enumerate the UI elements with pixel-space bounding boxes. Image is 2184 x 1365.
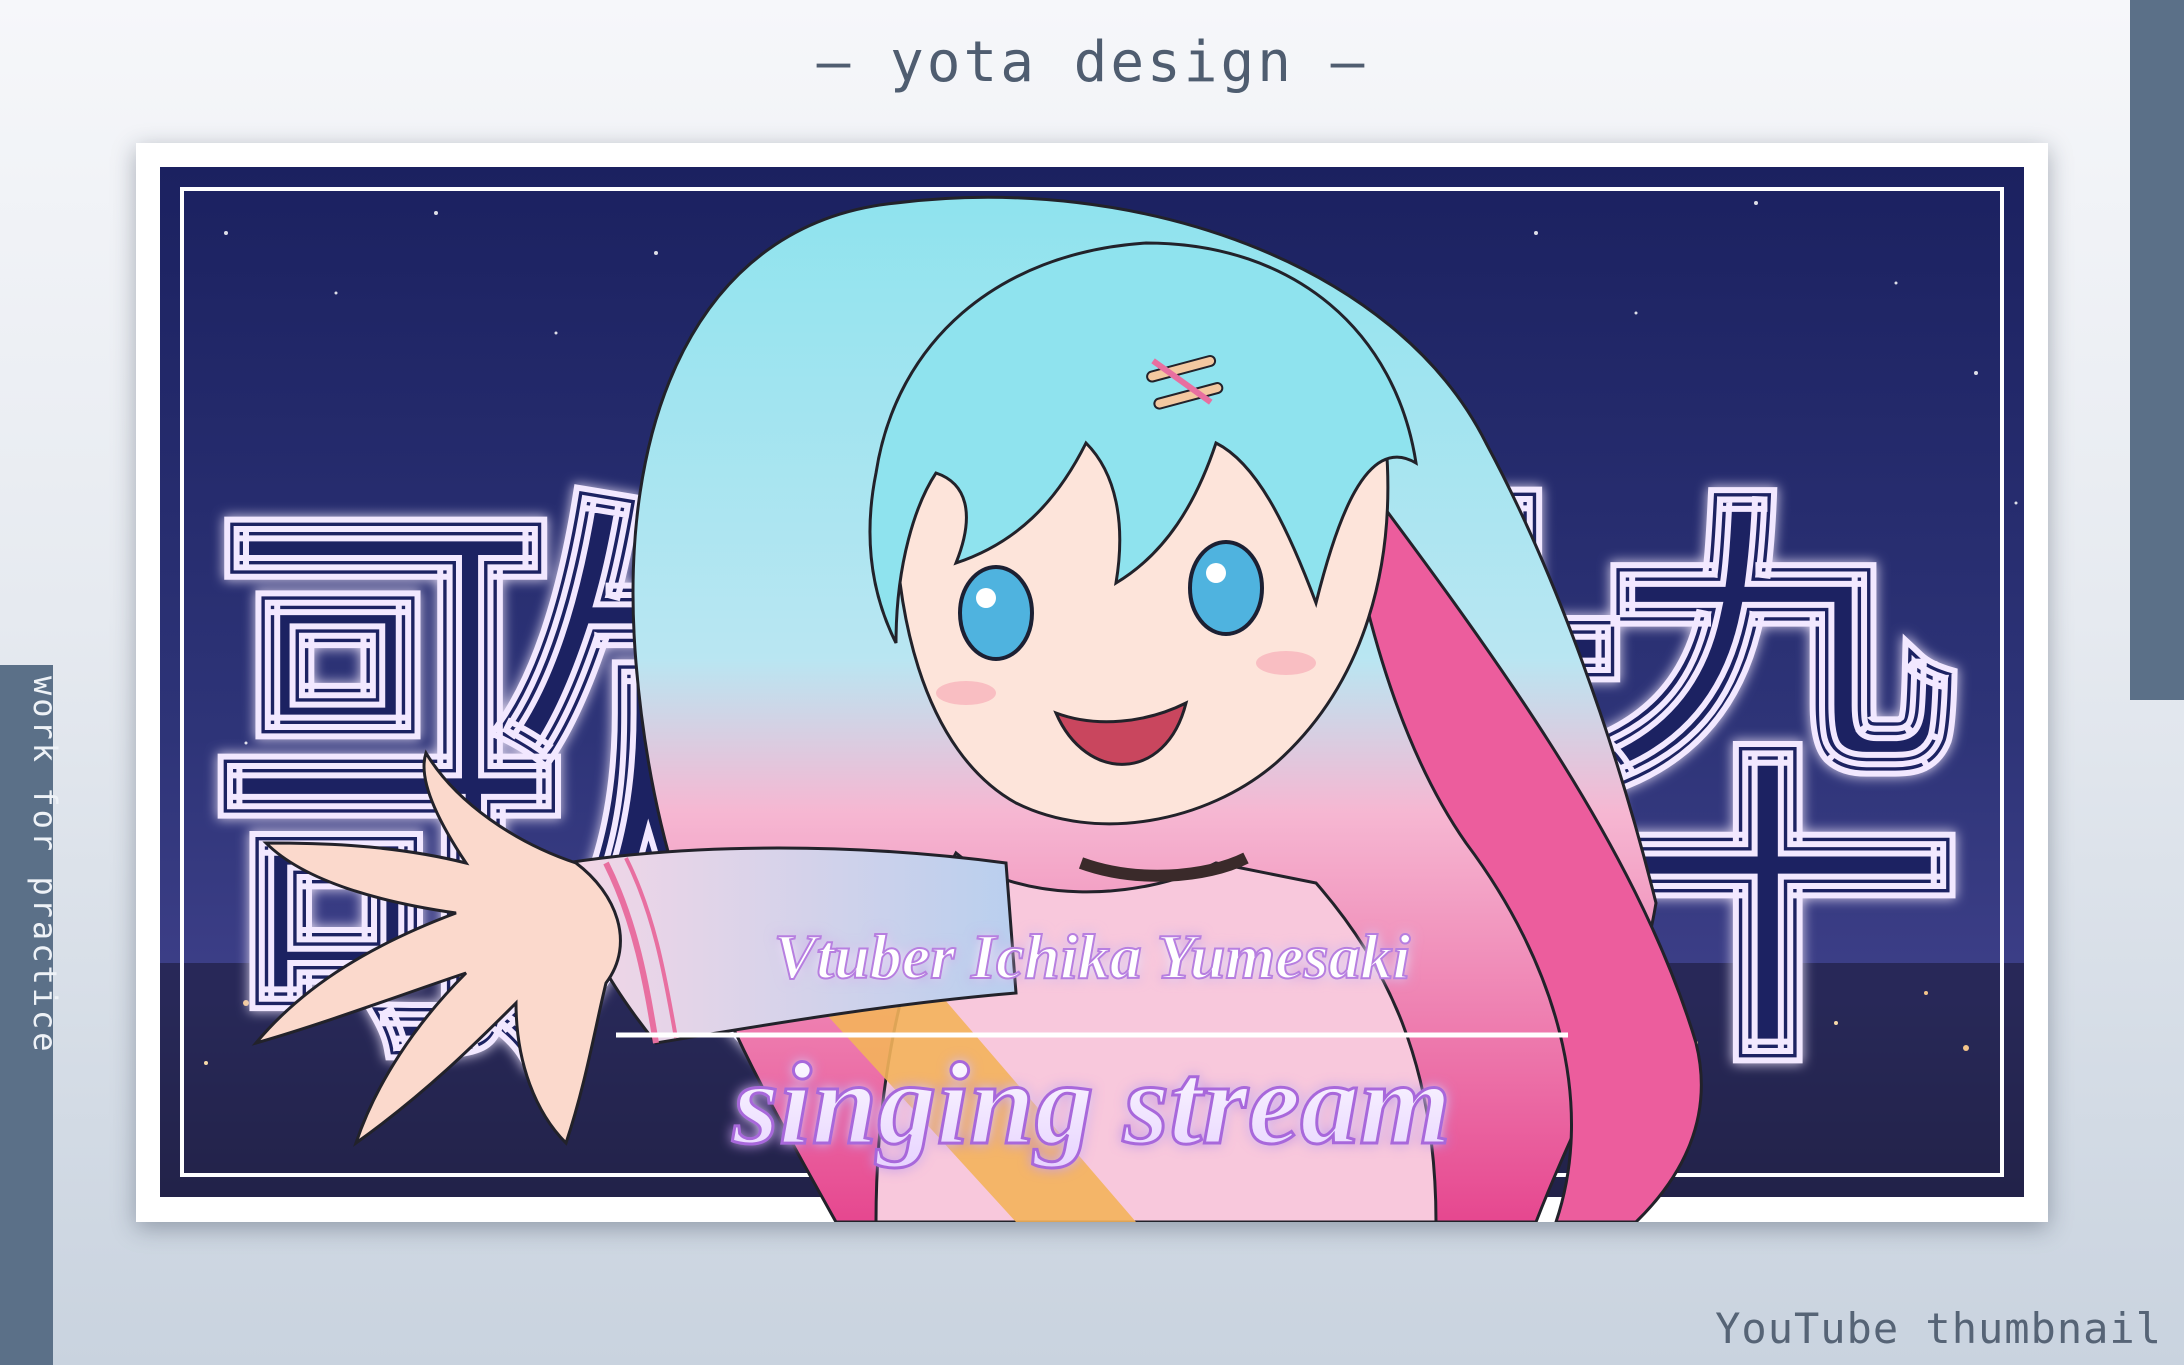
side-label: work for practice	[26, 676, 64, 1055]
header-title: – yota design –	[816, 30, 1368, 95]
thumbnail-card: 歌 枠 Vtuber Ichika Yumesaki singing strea…	[136, 143, 2048, 1222]
footer-label: YouTube thumbnail	[1715, 1304, 2162, 1353]
subtitle-text: Vtuber Ichika Yumesaki	[774, 921, 1411, 992]
thumbnail-artwork: 歌 枠 Vtuber Ichika Yumesaki singing strea…	[160, 167, 2024, 1222]
accent-bar-right	[2130, 0, 2184, 700]
title-text: singing stream	[732, 1038, 1451, 1169]
